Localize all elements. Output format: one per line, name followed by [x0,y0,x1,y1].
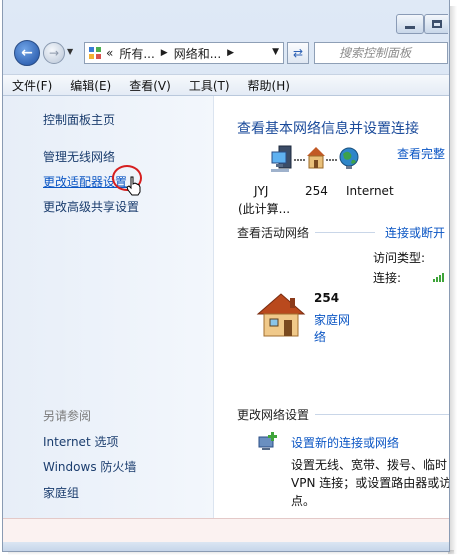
breadcrumb-arrow-icon[interactable]: ▶ [227,48,234,58]
breadcrumb-arrow-icon[interactable]: ▶ [161,48,168,58]
control-panel-icon [89,47,101,59]
setup-description-line2: VPN 连接；或设置路由器或访 [291,476,449,490]
menu-tools[interactable]: 工具(T) [180,77,239,94]
connection-line-icon [294,159,306,161]
forward-arrow-icon: → [48,46,60,60]
refresh-button[interactable]: ⇄ [287,42,309,64]
maximize-icon [431,20,442,28]
sidebar-item-home[interactable]: 控制面板主页 [43,111,115,128]
search-input[interactable]: 搜索控制面板 [314,42,448,64]
search-placeholder: 搜索控制面板 [339,46,412,60]
active-network-name: 254 [314,291,340,305]
sidebar-item-homegroup[interactable]: 家庭组 [43,484,79,501]
back-button[interactable]: ← [14,40,40,66]
computer-icon[interactable] [270,144,294,174]
menu-view[interactable]: 查看(V) [120,77,180,94]
address-dropdown-icon[interactable]: ▼ [272,47,279,57]
section-divider [315,232,375,233]
address-segment-network[interactable]: 网络和... [174,45,221,62]
internet-label: Internet [346,184,394,198]
menu-help[interactable]: 帮助(H) [239,77,299,94]
sidebar-item-change-sharing[interactable]: 更改高级共享设置 [43,198,139,215]
status-bar [3,518,449,542]
network-house-icon[interactable] [306,146,326,170]
access-type-label: 访问类型: [373,251,426,265]
home-network-icon[interactable] [256,292,306,338]
task-pane: 控制面板主页 管理无线网络 更改适配器设置 更改高级共享设置 另请参阅 Inte… [3,96,214,518]
view-full-map-link[interactable]: 查看完整 [397,145,445,162]
setup-connection-icon[interactable] [257,431,279,453]
sidebar-item-manage-wireless[interactable]: 管理无线网络 [43,148,115,165]
navigation-bar: ← → ▼ « 所有... ▶ 网络和... ▶ ▼ ⇄ 搜索控制面板 [10,38,450,68]
network-name: 254 [305,184,328,198]
minimize-icon [405,25,415,29]
active-networks-heading: 查看活动网络 [237,226,310,240]
setup-connection-link[interactable]: 设置新的连接或网络 [291,434,399,451]
see-also-heading: 另请参阅 [43,409,92,423]
connection-label: 连接: [373,271,402,285]
sidebar-item-internet-options[interactable]: Internet 选项 [43,433,118,450]
hand-cursor-icon [126,176,141,196]
section-divider [315,414,449,415]
change-settings-heading: 更改网络设置 [237,408,310,422]
network-category-link[interactable]: 家庭网 [314,311,350,328]
address-overflow[interactable]: « [106,46,113,60]
refresh-icon: ⇄ [292,46,304,60]
minimize-button[interactable] [396,14,424,34]
menu-file[interactable]: 文件(F) [3,77,61,94]
setup-description-line1: 设置无线、宽带、拨号、临时 [291,458,448,472]
forward-button[interactable]: → [43,42,65,64]
maximize-button[interactable] [424,14,448,34]
computer-subtitle: (此计算... [238,202,291,216]
menu-bar: 文件(F) 编辑(E) 查看(V) 工具(T) 帮助(H) [3,74,449,96]
address-segment-all[interactable]: 所有... [119,45,154,62]
window-bottom-frame [3,542,449,551]
setup-description-line3: 点。 [291,494,316,508]
computer-name: JYJ [254,184,269,198]
connect-disconnect-link[interactable]: 连接或断开 [385,224,445,241]
menu-edit[interactable]: 编辑(E) [61,77,120,94]
address-bar[interactable]: « 所有... ▶ 网络和... ▶ ▼ [84,42,284,64]
network-category-link-cont[interactable]: 络 [314,328,326,345]
back-arrow-icon: ← [21,45,33,61]
recent-pages-dropdown[interactable]: ▼ [67,47,73,56]
signal-strength-icon[interactable] [433,272,447,282]
sidebar-item-firewall[interactable]: Windows 防火墙 [43,458,136,475]
main-content: 查看基本网络信息并设置连接 查看完整 JYJ (此计算... 254 Inter… [214,96,449,518]
connection-line-icon [326,159,338,161]
page-title: 查看基本网络信息并设置连接 [237,121,419,137]
internet-globe-icon[interactable] [338,146,360,170]
